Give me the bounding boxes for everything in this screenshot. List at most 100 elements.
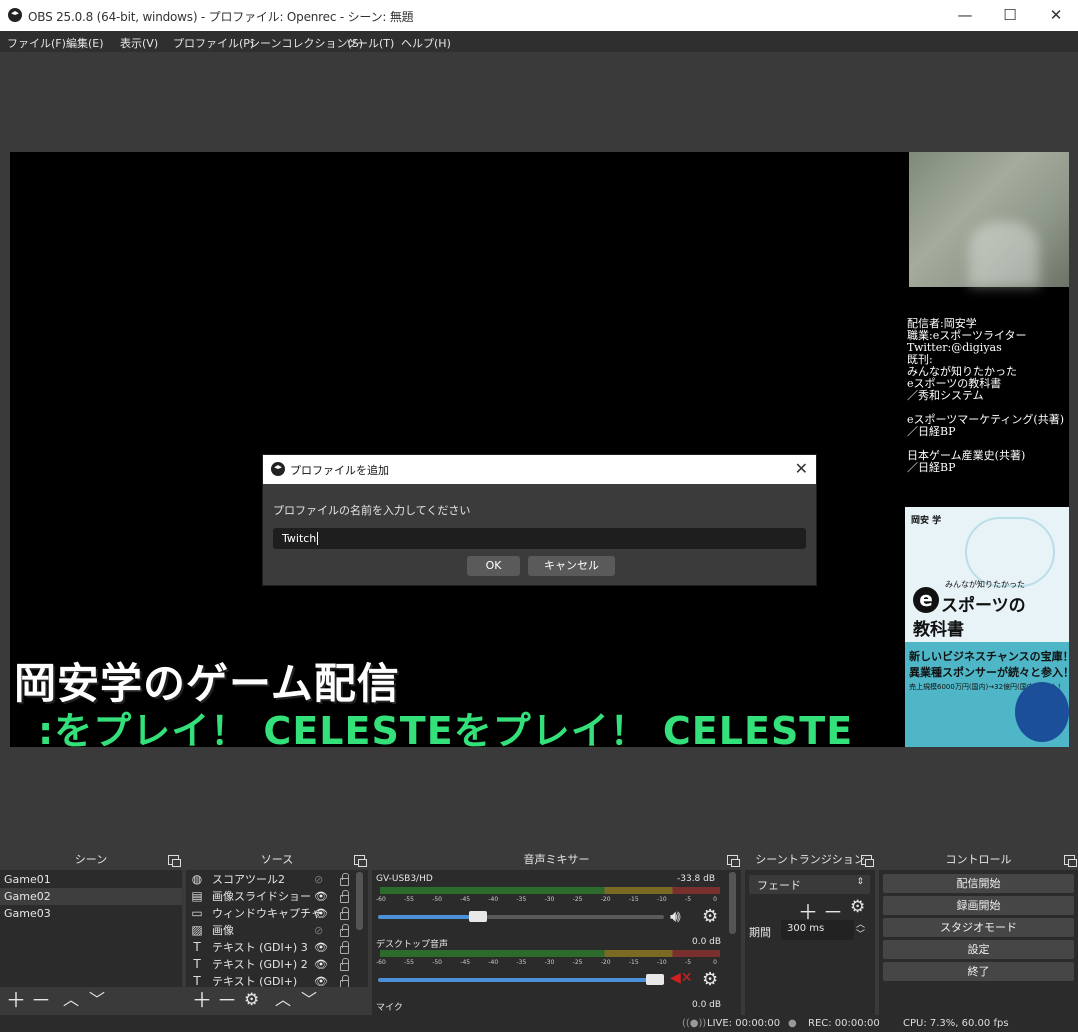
mixer-header-label: 音声ミキサー [523,853,590,866]
undock-icon[interactable] [1064,855,1077,867]
tick-label: -30 [544,896,555,903]
preview-canvas[interactable]: 配信者:岡安学 職業:eスポーツライター Twitter:@digiyas 既刊… [10,152,1069,747]
transition-select[interactable]: フェード ⇕ [749,875,870,894]
undock-icon[interactable] [168,855,181,867]
menu-bar: ファイル(F) 編集(E) 表示(V) プロファイル(P) シーンコレクション(… [0,31,1078,52]
scenes-toolbar: ＋ － ︿ ﹀ [0,987,182,1015]
channel-settings-gear-icon[interactable]: ⚙ [702,906,718,927]
tick-label: -45 [460,896,471,903]
menu-help[interactable]: ヘルプ(H) [401,35,451,51]
add-source-button[interactable]: ＋ [192,990,212,1010]
dialog-close-button[interactable]: ✕ [795,459,808,478]
visibility-eye-icon[interactable]: 👁︎ [314,888,328,905]
text-icon: T [193,957,201,971]
tick-label: -25 [572,896,583,903]
start-streaming-button[interactable]: 配信開始 [883,874,1074,893]
visibility-eye-icon[interactable]: 👁︎ [314,939,328,956]
undock-icon[interactable] [861,855,874,867]
speaker-icon[interactable]: 🔊︎ [670,907,681,927]
lock-icon[interactable] [340,958,349,971]
scene-item[interactable]: Game03 [0,905,182,922]
controls-header-label: コントロール [945,853,1012,866]
undock-icon[interactable] [727,855,740,867]
mixer-scrollbar[interactable] [729,872,736,934]
volume-slider[interactable] [378,911,664,922]
duration-input[interactable]: 300 ms [781,920,854,940]
menu-file[interactable]: ファイル(F) [7,35,66,51]
audio-meter [380,950,720,957]
window-title: OBS 25.0.8 (64-bit, windows) - プロファイル: O… [28,10,414,24]
audio-meter [380,887,720,894]
close-window-button[interactable]: ✕ [1040,4,1072,26]
transition-settings-gear-icon[interactable]: ⚙ [850,897,865,917]
sources-dock: ソース ◍ スコアツール2 ⊘ ▤ 画像スライドショー 👁︎ ▭ ウィンドウキャプチャ 👁︎ ▨ 画… [186,850,368,1015]
book-e-mark: e [913,587,939,613]
lock-icon[interactable] [340,941,349,954]
minimize-button[interactable]: — [949,4,981,26]
add-scene-button[interactable]: ＋ [6,990,26,1010]
menu-edit[interactable]: 編集(E) [66,35,104,51]
menu-view[interactable]: 表示(V) [120,35,158,51]
tick-label: -55 [404,959,414,966]
source-item[interactable]: ▤ 画像スライドショー 👁︎ [186,888,368,905]
lock-icon[interactable] [340,907,349,920]
sources-toolbar: ＋ － ⚙ ︿ ﹀ [186,987,368,1015]
exit-button[interactable]: 終了 [883,962,1074,981]
remove-scene-button[interactable]: － [31,990,51,1010]
sources-scrollbar[interactable] [356,872,363,930]
source-item[interactable]: T テキスト (GDI+) 2 👁︎ [186,956,368,973]
source-item[interactable]: T テキスト (GDI+) 3 👁︎ [186,939,368,956]
move-up-button[interactable]: ︿ [63,990,79,1010]
tick-label: -40 [488,896,499,903]
source-label: 画像 [212,924,234,937]
source-label: テキスト (GDI+) 3 [212,941,308,954]
source-label: スコアツール2 [212,873,285,886]
undock-icon[interactable] [354,855,367,867]
status-bar: ((●)) LIVE: 00:00:00 ● REC: 00:00:00 CPU… [0,1015,1078,1032]
duration-spin-icon[interactable]: ︿ ﹀ [856,920,865,940]
title-bar: OBS 25.0.8 (64-bit, windows) - プロファイル: O… [0,0,1078,31]
source-label: テキスト (GDI+) 2 [212,958,308,971]
visibility-eye-icon[interactable]: 👁︎ [314,905,328,922]
scene-item-selected[interactable]: Game02 [0,888,182,905]
start-recording-button[interactable]: 録画開始 [883,896,1074,915]
move-up-button[interactable]: ︿ [275,990,291,1010]
tick-label: -20 [600,959,611,966]
tick-label: -30 [544,959,555,966]
hidden-eye-icon[interactable]: ⊘ [314,922,323,939]
menu-profile[interactable]: プロファイル(P) [173,35,254,51]
channel-db: -33.8 dB [677,874,716,884]
lock-icon[interactable] [340,924,349,937]
channel-name: GV-USB3/HD [376,874,433,884]
sources-header-label: ソース [260,853,294,866]
tick-label: -50 [432,959,442,966]
ok-button[interactable]: OK [467,556,520,576]
move-down-button[interactable]: ﹀ [301,990,317,1010]
move-down-button[interactable]: ﹀ [89,990,105,1010]
settings-button[interactable]: 設定 [883,940,1074,959]
lock-icon[interactable] [340,890,349,903]
source-item[interactable]: ◍ スコアツール2 ⊘ [186,871,368,888]
ticker-overlay: :をプレイ！ CELESTEをプレイ！ CELESTE [38,709,854,747]
profile-name-input[interactable]: Twitch [273,528,806,549]
visibility-eye-icon[interactable]: 👁︎ [314,956,328,973]
hidden-eye-icon[interactable]: ⊘ [314,871,323,888]
source-properties-gear-icon[interactable]: ⚙ [244,990,259,1010]
book-title-line1: スポーツの [941,596,1026,616]
transition-selected: フェード [757,879,801,892]
muted-speaker-icon[interactable]: ◀✕ [670,970,693,986]
channel-settings-gear-icon[interactable]: ⚙ [702,969,718,990]
source-item[interactable]: ▨ 画像 ⊘ [186,922,368,939]
remove-source-button[interactable]: － [217,990,237,1010]
volume-slider[interactable] [378,974,664,985]
maximize-button[interactable]: ☐ [994,4,1026,26]
lock-icon[interactable] [340,873,349,886]
menu-tools[interactable]: ツール(T) [346,35,394,51]
tick-label: 0 [713,959,717,966]
source-item[interactable]: ▭ ウィンドウキャプチャ 👁︎ [186,905,368,922]
cancel-button[interactable]: キャンセル [528,556,615,576]
duration-label: 期間 [749,926,771,939]
tick-label: -10 [656,959,667,966]
scene-item[interactable]: Game01 [0,871,182,888]
studio-mode-button[interactable]: スタジオモード [883,918,1074,937]
